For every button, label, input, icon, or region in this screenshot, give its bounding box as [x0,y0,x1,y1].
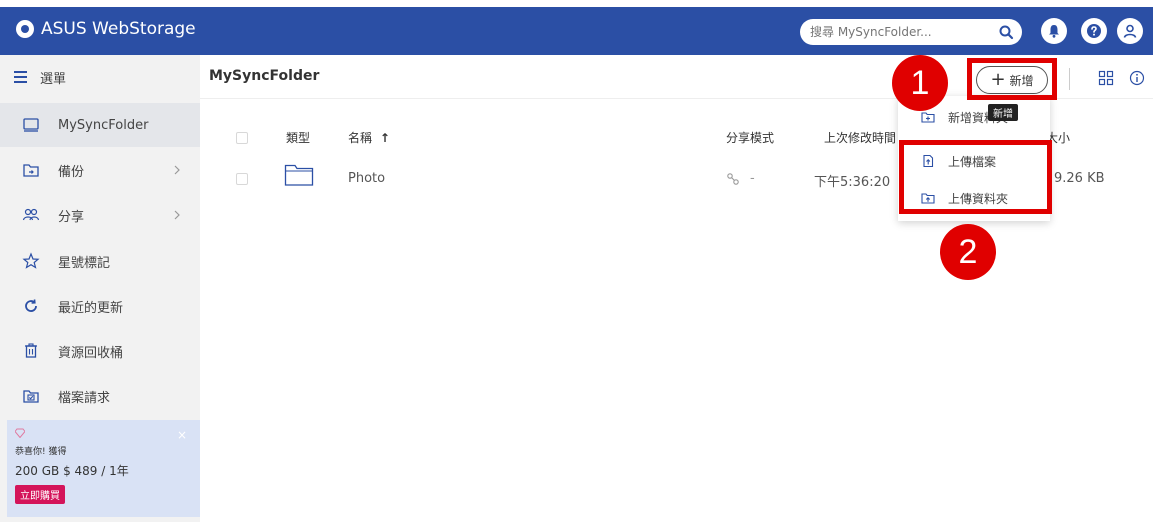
buy-now-button[interactable]: 立即購買 [15,485,65,504]
column-type: 類型 [286,131,311,145]
row-size: 9.26 KB [1054,171,1105,186]
refresh-icon [25,299,37,312]
help-button[interactable] [1081,18,1107,44]
sidebar-item-label: 分享 [58,209,85,225]
chevron-right-icon [174,165,180,175]
diamond-icon [15,428,25,438]
sidebar-item-label: 星號標記 [58,255,111,271]
sidebar-item-label: MySyncFolder [58,117,149,133]
info-icon[interactable] [1129,70,1145,86]
trash-icon [25,343,37,358]
hamburger-icon [14,71,27,83]
promo-offer: 200 GB $ 489 / 1年 [15,464,129,478]
row-name[interactable]: Photo [348,171,385,186]
sidebar-item-trash[interactable]: 資源回收桶 [0,329,200,373]
sidebar-menu-toggle[interactable]: 選單 [0,55,200,99]
step-marker-1: 1 [892,55,948,111]
column-name-label: 名稱 [348,131,373,145]
folder-icon [284,164,314,186]
star-icon [22,252,40,269]
breadcrumb[interactable]: MySyncFolder [209,68,319,84]
promo-banner: × 恭喜你! 獲得 200 GB $ 489 / 1年 立即購買 [7,420,200,517]
row-share-mode: - [750,171,755,186]
column-share-mode: 分享模式 [726,131,775,145]
sidebar-item-share[interactable]: 分享 [0,193,200,237]
help-icon [1087,24,1101,38]
search-box [800,19,1022,45]
sidebar: 選單 MySyncFolder 備份 分享 星號標記 最近的更新 資源回收桶 檔… [0,55,200,522]
search-input[interactable] [810,23,990,41]
asus-logo-icon [16,20,34,38]
select-all-checkbox[interactable] [236,132,248,144]
highlight-box-upload-options [899,140,1052,214]
step-marker-2: 2 [940,224,996,280]
promo-headline: 恭喜你! 獲得 [15,447,67,457]
sidebar-item-starred[interactable]: 星號標記 [0,239,200,283]
highlight-box-add-button [967,58,1057,100]
column-name[interactable]: 名稱 ↑ [348,129,390,146]
chevron-right-icon [174,210,180,220]
sidebar-item-mysyncfolder[interactable]: MySyncFolder [0,103,200,147]
file-request-icon [23,390,39,403]
sidebar-item-label: 資源回收桶 [58,345,124,361]
sidebar-item-label: 最近的更新 [58,300,124,316]
app-title: ASUS WebStorage [41,19,196,39]
search-icon[interactable] [998,24,1014,40]
row-checkbox[interactable] [236,173,248,185]
grid-view-icon[interactable] [1098,70,1114,86]
row-modified: 下午5:36:20 [814,175,891,190]
top-bar: ASUS WebStorage [0,7,1153,55]
people-icon [22,208,40,221]
brand[interactable]: ASUS WebStorage [16,19,196,39]
backup-folder-icon [23,164,39,177]
app-window: ASUS WebStorage 搜尋 MySyncFolder... 選單 My… [0,0,1153,522]
user-icon [1123,24,1137,38]
promo-close-button[interactable]: × [177,428,187,442]
drive-icon [23,118,39,132]
sidebar-item-file-request[interactable]: 檔案請求 [0,374,200,418]
menu-label: 選單 [40,71,67,87]
toolbar-divider [1069,68,1070,90]
sort-ascending-icon: ↑ [379,131,390,145]
account-button[interactable] [1117,18,1143,44]
bell-icon [1049,25,1059,38]
add-tooltip: 新增 [988,104,1018,121]
sidebar-item-backup[interactable]: 備份 [0,148,200,192]
new-folder-icon [921,112,935,123]
sidebar-item-label: 檔案請求 [58,390,111,406]
sidebar-item-recent[interactable]: 最近的更新 [0,284,200,328]
notification-button[interactable] [1041,18,1067,44]
column-modified: 上次修改時間 [824,131,897,145]
link-icon [727,173,739,185]
sidebar-item-label: 備份 [58,164,85,180]
